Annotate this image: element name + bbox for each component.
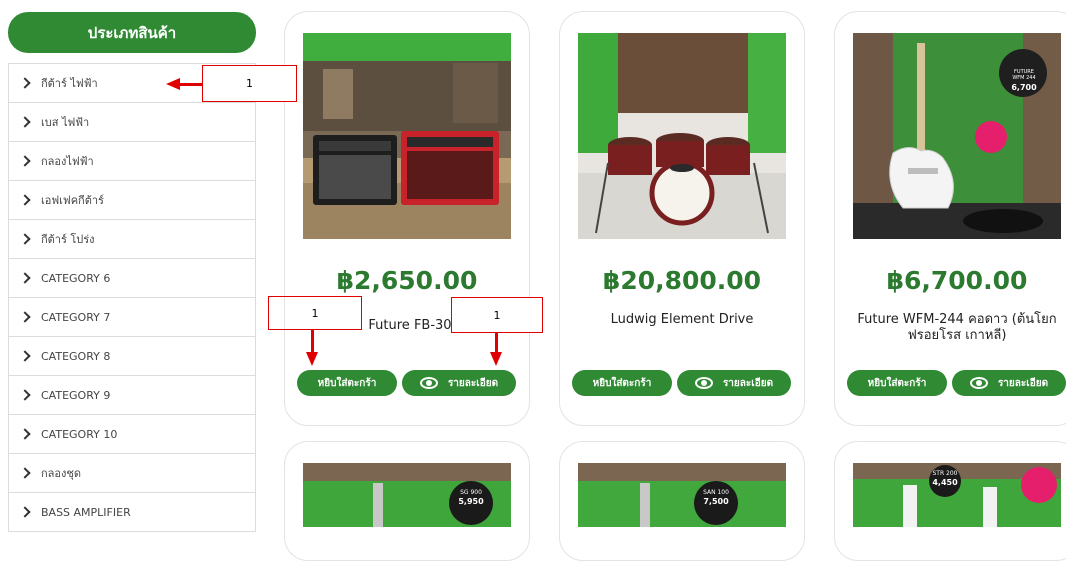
chevron-right-icon — [19, 311, 31, 323]
details-label: รายละเอียด — [997, 377, 1049, 389]
chevron-right-icon — [19, 272, 31, 284]
category-label: กีต้าร์ ไฟฟ้า — [41, 77, 98, 90]
annotation-arrow — [180, 83, 202, 86]
eye-icon — [969, 377, 988, 389]
price-tag-top-text: FUTURE WFM 244 — [1012, 69, 1036, 81]
add-to-cart-label: หยิบใส่ตะกร้า — [867, 377, 927, 389]
category-label: กีต้าร์ โปร่ง — [41, 233, 95, 246]
chevron-right-icon — [19, 194, 31, 206]
product-name[interactable]: Ludwig Element Drive — [578, 312, 786, 328]
price-tag-price-text: 5,950 — [458, 497, 484, 506]
annotation-box: 1 — [451, 297, 543, 333]
guitar-photo — [853, 33, 1061, 239]
price-tag-top-text: STR 200 — [932, 470, 958, 477]
arrow-down-icon — [490, 352, 502, 366]
category-label: CATEGORY 7 — [41, 310, 111, 324]
product-image[interactable]: STR 200 4,450 — [853, 463, 1061, 527]
category-item[interactable]: CATEGORY 7 — [8, 298, 256, 337]
category-label: เบส ไฟฟ้า — [41, 116, 90, 129]
chevron-right-icon — [19, 389, 31, 401]
price-tag-price-text: 7,500 — [703, 497, 729, 506]
category-item[interactable]: CATEGORY 9 — [8, 376, 256, 415]
arrow-down-icon — [306, 352, 318, 366]
annotation-box: 1 — [202, 65, 297, 102]
product-price: ฿2,650.00 — [336, 266, 478, 295]
category-item[interactable]: CATEGORY 8 — [8, 337, 256, 376]
chevron-right-icon — [19, 155, 31, 167]
product-price: ฿20,800.00 — [602, 266, 762, 295]
details-button[interactable]: รายละเอียด — [402, 370, 516, 396]
product-image[interactable] — [303, 33, 511, 239]
product-image[interactable]: SAN 100 7,500 — [578, 463, 786, 527]
chevron-right-icon — [19, 233, 31, 245]
chevron-right-icon — [19, 428, 31, 440]
category-label: CATEGORY 9 — [41, 388, 111, 402]
category-item[interactable]: เบส ไฟฟ้า — [8, 103, 256, 142]
annotation-box: 1 — [268, 296, 362, 330]
category-item[interactable]: CATEGORY 6 — [8, 259, 256, 298]
category-label: กลองชุด — [41, 467, 81, 480]
chevron-right-icon — [19, 77, 31, 89]
category-item[interactable]: กีต้าร์ โปร่ง — [8, 220, 256, 259]
chevron-right-icon — [19, 467, 31, 479]
drum-kit-photo — [578, 33, 786, 239]
eye-icon — [419, 377, 438, 389]
details-button[interactable]: รายละเอียด — [677, 370, 791, 396]
product-name[interactable]: Future WFM-244 คอดาว (ต้นโยกฟรอยโรส เกาห… — [853, 312, 1061, 344]
category-label: CATEGORY 10 — [41, 427, 118, 441]
add-to-cart-button[interactable]: หยิบใส่ตะกร้า — [847, 370, 947, 396]
category-item[interactable]: BASS AMPLIFIER — [8, 493, 256, 532]
eye-icon — [694, 377, 713, 389]
details-button[interactable]: รายละเอียด — [952, 370, 1066, 396]
arrow-left-icon — [166, 78, 180, 90]
details-label: รายละเอียด — [722, 377, 774, 389]
chevron-right-icon — [19, 506, 31, 518]
category-list: กีต้าร์ ไฟฟ้า เบส ไฟฟ้า กลองไฟฟ้า เอฟเฟค… — [8, 63, 256, 532]
annotation-arrow — [311, 330, 314, 354]
category-label: BASS AMPLIFIER — [41, 505, 131, 519]
amplifier-photo — [303, 33, 511, 239]
category-item[interactable]: กลองไฟฟ้า — [8, 142, 256, 181]
chevron-right-icon — [19, 350, 31, 362]
add-to-cart-label: หยิบใส่ตะกร้า — [317, 377, 377, 389]
add-to-cart-label: หยิบใส่ตะกร้า — [592, 377, 652, 389]
price-tag-top-text: SG 900 — [460, 489, 482, 496]
category-header: ประเภทสินค้า — [8, 12, 256, 53]
category-label: CATEGORY 6 — [41, 271, 111, 285]
product-price: ฿6,700.00 — [886, 266, 1028, 295]
guitar-photo — [578, 463, 786, 527]
add-to-cart-button[interactable]: หยิบใส่ตะกร้า — [572, 370, 672, 396]
product-image[interactable]: SG 900 5,950 — [303, 463, 511, 527]
add-to-cart-button[interactable]: หยิบใส่ตะกร้า — [297, 370, 397, 396]
details-label: รายละเอียด — [447, 377, 499, 389]
price-tag-price-text: 6,700 — [1011, 83, 1037, 92]
product-image[interactable] — [578, 33, 786, 239]
chevron-right-icon — [19, 116, 31, 128]
price-tag-top-text: SAN 100 — [703, 489, 729, 496]
category-item[interactable]: เอฟเฟคกีต้าร์ — [8, 181, 256, 220]
price-tag-price-text: 4,450 — [932, 478, 958, 487]
category-item[interactable]: กลองชุด — [8, 454, 256, 493]
category-label: CATEGORY 8 — [41, 349, 111, 363]
product-image[interactable]: FUTURE WFM 244 6,700 — [853, 33, 1061, 239]
category-label: เอฟเฟคกีต้าร์ — [41, 194, 104, 207]
category-item[interactable]: CATEGORY 10 — [8, 415, 256, 454]
category-label: กลองไฟฟ้า — [41, 155, 94, 168]
